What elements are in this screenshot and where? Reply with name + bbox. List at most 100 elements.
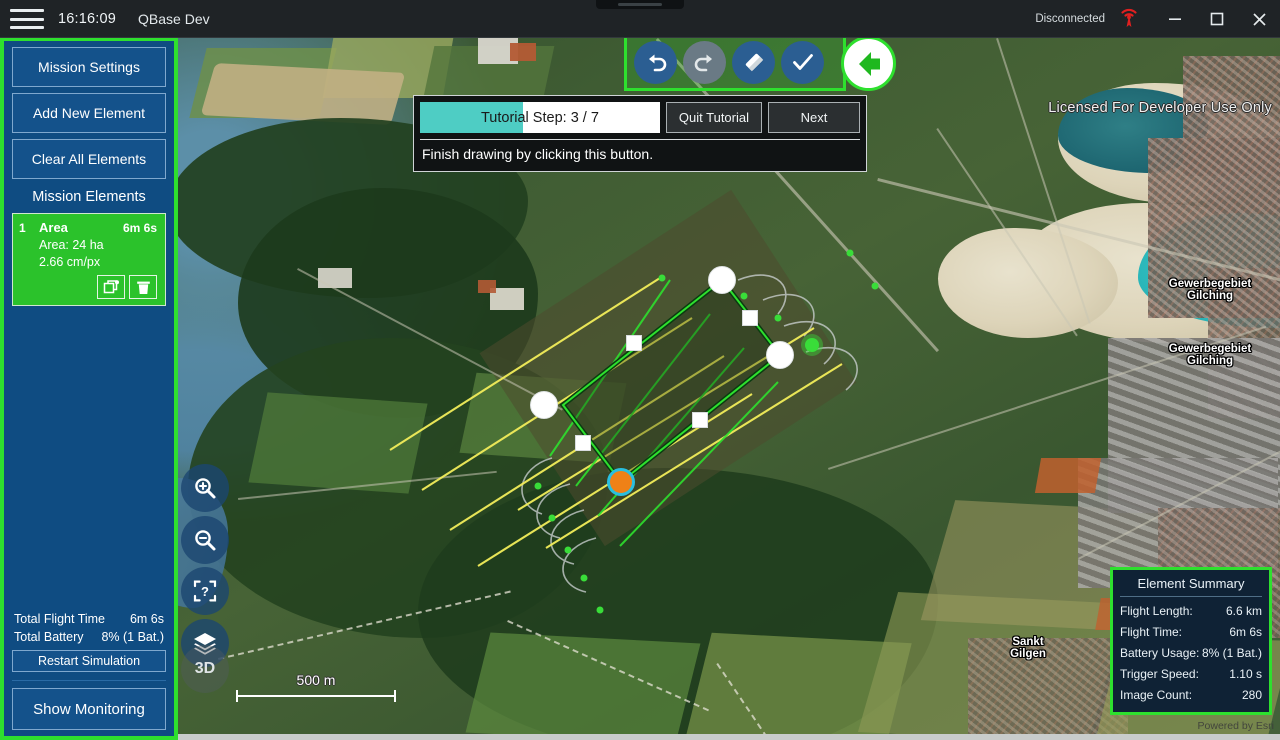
summary-label: Image Count: (1120, 687, 1193, 702)
clear-all-elements-button[interactable]: Clear All Elements (12, 139, 166, 179)
add-new-element-button[interactable]: Add New Element (12, 93, 166, 133)
summary-value: 1.10 s (1229, 666, 1262, 681)
total-flight-time-label: Total Flight Time (14, 612, 106, 626)
map-attribution: Powered by Esri (1197, 720, 1274, 732)
mission-elements-heading: Mission Elements (32, 189, 146, 205)
quit-tutorial-button[interactable]: Quit Tutorial (665, 102, 762, 133)
titlebar-right-group: Disconnected (1035, 0, 1280, 38)
restart-simulation-button[interactable]: Restart Simulation (12, 650, 166, 672)
zoom-in-button[interactable] (181, 464, 229, 512)
minimize-button[interactable] (1154, 0, 1196, 38)
app-title: QBase Dev (138, 11, 210, 27)
clock-label: 16:16:09 (58, 11, 117, 27)
summary-row-flight-time: Flight Time: 6m 6s (1120, 621, 1262, 642)
vertex-handle-3[interactable] (530, 391, 558, 419)
total-battery-value: 8% (1 Bat.) (101, 630, 164, 644)
mission-sidebar: Mission Settings Add New Element Clear A… (0, 38, 178, 740)
window-notch (596, 0, 684, 9)
scale-line (236, 690, 396, 702)
vertex-handle-2[interactable] (766, 341, 794, 369)
summary-value: 280 (1241, 687, 1262, 702)
list-item[interactable]: 1 Area 6m 6s Area: 24 ha 2.66 cm/px (12, 213, 166, 306)
map-scale-bar: 500 m (236, 672, 396, 702)
duplicate-element-button[interactable] (97, 275, 125, 299)
summary-row-trigger-speed: Trigger Speed: 1.10 s (1120, 663, 1262, 684)
summary-label: Battery Usage: (1120, 645, 1200, 660)
midpoint-handle-4[interactable] (575, 435, 591, 451)
sidebar-footer: Total Flight Time 6m 6s Total Battery 8%… (4, 610, 174, 736)
summary-row-battery-usage: Battery Usage: 8% (1 Bat.) (1120, 642, 1262, 663)
element-gsd: 2.66 cm/px (39, 255, 101, 269)
undo-button[interactable] (634, 40, 677, 84)
checkmark-icon (792, 54, 813, 70)
hamburger-menu-icon[interactable] (10, 7, 44, 31)
tutorial-message: Finish drawing by clicking this button. (422, 146, 654, 162)
element-area: Area: 24 ha (39, 238, 104, 252)
bottom-strip (178, 734, 1280, 740)
summary-value: 8% (1 Bat.) (1201, 645, 1262, 660)
close-button[interactable] (1238, 0, 1280, 38)
svg-text:?: ? (201, 584, 209, 599)
summary-value: 6.6 km (1225, 603, 1262, 618)
toggle-3d-button[interactable]: 3D (181, 645, 229, 693)
arrow-left-icon (858, 51, 880, 76)
midpoint-handle-1[interactable] (742, 310, 758, 326)
title-bar: 16:16:09 QBase Dev Disconnected (0, 0, 1280, 38)
tutorial-progress: Tutorial Step: 3 / 7 (420, 102, 660, 133)
total-battery-row: Total Battery 8% (1 Bat.) (12, 628, 166, 646)
mission-settings-button[interactable]: Mission Settings (12, 47, 166, 87)
connection-status-label: Disconnected (1035, 13, 1105, 25)
element-name: Area (39, 220, 68, 235)
magnifier-minus-icon (195, 530, 216, 551)
application-window: 16:16:09 QBase Dev Disconnected Licensed… (0, 0, 1280, 740)
locate-button[interactable]: ? (181, 567, 229, 615)
redo-button[interactable] (683, 40, 726, 84)
next-tutorial-button[interactable]: Next (768, 102, 860, 133)
sidebar-actions: Mission Settings Add New Element Clear A… (4, 41, 174, 213)
erase-button[interactable] (732, 40, 775, 84)
magnifier-plus-icon (195, 478, 216, 499)
vertex-start-orange[interactable] (607, 468, 635, 496)
element-time: 6m 6s (122, 221, 157, 235)
scale-label: 500 m (296, 672, 336, 688)
summary-row-image-count: Image Count: 280 (1120, 684, 1262, 705)
undo-icon (648, 54, 666, 72)
element-header: 1 Area 6m 6s (19, 220, 157, 235)
summary-label: Flight Length: (1120, 603, 1193, 618)
summary-label: Trigger Speed: (1120, 666, 1199, 681)
duplicate-icon (103, 279, 119, 293)
eraser-icon (745, 53, 763, 72)
vertex-handle-1[interactable] (708, 266, 736, 294)
sidebar-divider (12, 680, 166, 681)
mission-elements-list: 1 Area 6m 6s Area: 24 ha 2.66 cm/px (4, 213, 174, 306)
draw-toolbar (624, 33, 846, 91)
redo-icon (694, 54, 712, 72)
tutorial-top-row: Tutorial Step: 3 / 7 Quit Tutorial Next (414, 96, 866, 139)
show-monitoring-button[interactable]: Show Monitoring (12, 688, 166, 730)
summary-value: 6m 6s (1229, 624, 1262, 639)
total-battery-label: Total Battery (14, 630, 84, 644)
element-summary-title: Element Summary (1137, 576, 1245, 591)
finish-drawing-button[interactable] (781, 40, 824, 84)
wifi-disconnected-icon[interactable] (1114, 4, 1144, 34)
trash-icon (136, 281, 150, 294)
tutorial-step-label: Tutorial Step: 3 / 7 (480, 109, 599, 126)
element-summary-divider (1120, 596, 1262, 597)
total-flight-time-value: 6m 6s (129, 612, 164, 626)
total-flight-time-row: Total Flight Time 6m 6s (12, 610, 166, 628)
midpoint-handle-3[interactable] (692, 412, 708, 428)
summary-label: Flight Time: (1120, 624, 1183, 639)
license-watermark: Licensed For Developer Use Only (1048, 100, 1272, 116)
delete-element-button[interactable] (129, 275, 157, 299)
element-actions (19, 275, 157, 299)
midpoint-handle-2[interactable] (626, 335, 642, 351)
tutorial-panel: Tutorial Step: 3 / 7 Quit Tutorial Next … (413, 95, 867, 172)
summary-row-flight-length: Flight Length: 6.6 km (1120, 600, 1262, 621)
flight-end-point[interactable] (805, 338, 819, 352)
zoom-out-button[interactable] (181, 516, 229, 564)
element-summary-panel: Element Summary Flight Length: 6.6 km Fl… (1110, 567, 1272, 715)
back-arrow-button[interactable] (841, 36, 896, 91)
maximize-button[interactable] (1196, 0, 1238, 38)
element-index: 1 (19, 221, 26, 235)
